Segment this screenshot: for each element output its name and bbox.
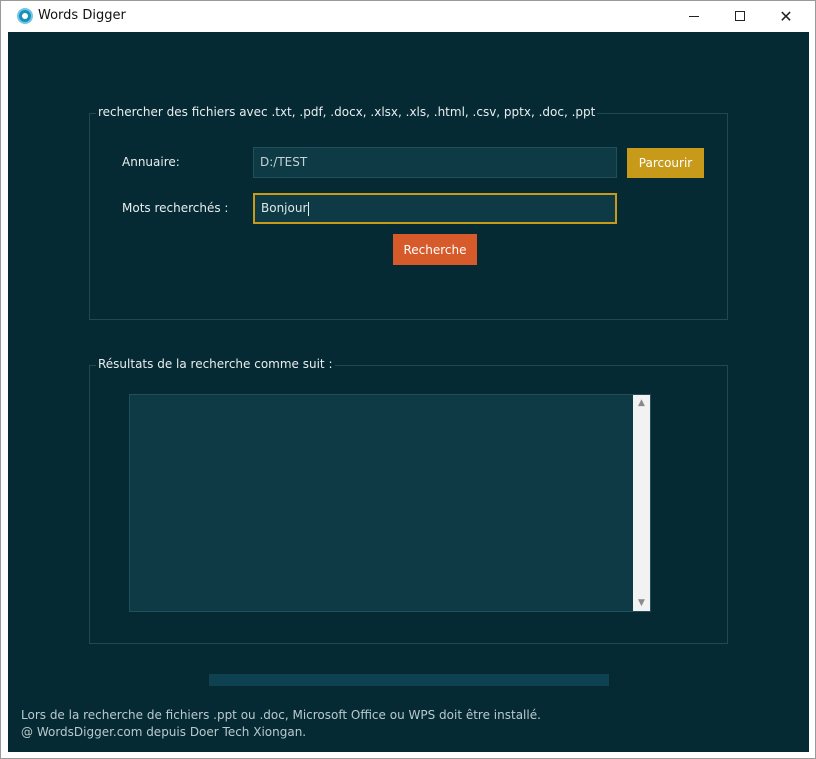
results-scrollbar[interactable]: ▲ ▼ [633, 395, 650, 611]
results-textarea[interactable]: ▲ ▼ [129, 394, 651, 612]
keywords-value: Bonjour [261, 201, 308, 215]
main-panel: rechercher des fichiers avec .txt, .pdf,… [8, 32, 809, 752]
window-title: Words Digger [38, 8, 126, 23]
directory-field[interactable]: D:/TEST [253, 147, 617, 178]
scroll-up-icon[interactable]: ▲ [633, 395, 650, 411]
close-icon: ✕ [779, 6, 793, 26]
scroll-down-icon[interactable]: ▼ [633, 595, 650, 611]
footer-note: Lors de la recherche de fichiers .ppt ou… [21, 708, 541, 722]
app-window: Words Digger ✕ rechercher des fichiers a… [0, 0, 816, 759]
app-logo-icon [17, 8, 33, 24]
search-group-legend: rechercher des fichiers avec .txt, .pdf,… [96, 105, 598, 119]
keywords-input[interactable]: Bonjour [253, 193, 617, 224]
text-caret [308, 201, 310, 216]
search-button[interactable]: Recherche [393, 234, 477, 265]
minimize-icon [689, 15, 699, 17]
title-bar[interactable]: Words Digger ✕ [1, 1, 815, 31]
maximize-button[interactable] [717, 1, 763, 31]
results-group-legend: Résultats de la recherche comme suit : [96, 357, 335, 371]
keywords-label: Mots recherchés : [122, 201, 229, 215]
directory-label: Annuaire: [122, 155, 180, 169]
browse-button[interactable]: Parcourir [627, 148, 704, 178]
footer-copyright: @ WordsDigger.com depuis Doer Tech Xiong… [21, 725, 307, 739]
directory-value: D:/TEST [260, 155, 308, 169]
progress-bar [209, 674, 609, 686]
close-button[interactable]: ✕ [763, 1, 809, 31]
maximize-icon [735, 11, 745, 21]
minimize-button[interactable] [671, 1, 717, 31]
